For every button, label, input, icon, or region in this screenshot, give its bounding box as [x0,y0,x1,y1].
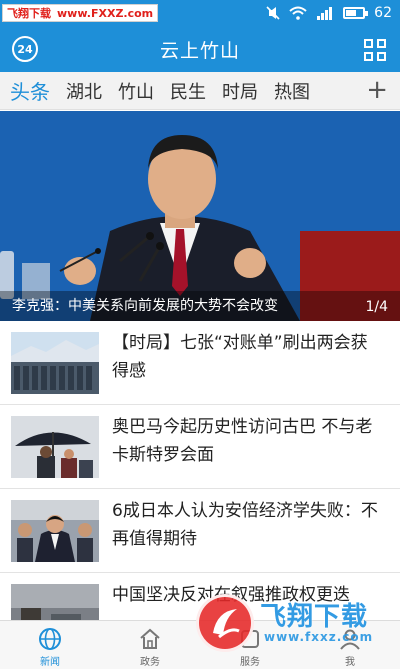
hero-page-current: 1 [365,299,375,315]
nav-government[interactable]: 政务 [100,621,200,669]
home-icon [138,627,162,651]
watermark-site: 飞翔下载 [7,7,51,20]
battery-icon [343,7,369,19]
category-tabs: 头条 湖北 竹山 民生 时局 热图 + [0,72,400,110]
watermark-logo-icon [196,594,254,652]
nav-government-label: 政务 [140,657,160,668]
battery-level: 62 [374,5,392,21]
tab-current-affairs[interactable]: 时局 [222,78,258,104]
news-item[interactable]: 【时局】七张“对账单”刷出两会获得感 [0,321,400,405]
nav-news-label: 新闻 [40,657,60,668]
globe-icon [38,627,62,651]
mute-icon [266,6,280,20]
tab-zhushan[interactable]: 竹山 [118,78,154,104]
hero-caption: 李克强：中美关系向前发展的大势不会改变 [0,291,400,321]
tab-hot-pictures[interactable]: 热图 [274,78,310,104]
nav-news[interactable]: 新闻 [0,621,100,669]
page-title: 云上竹山 [159,40,240,62]
tab-hubei[interactable]: 湖北 [66,78,102,104]
hero-banner[interactable]: 李克强：中美关系向前发展的大势不会改变 1/4 [0,111,400,321]
watermark-url: www.fxxz.com [264,630,374,644]
tab-headlines[interactable]: 头条 [10,76,50,105]
watermark-brand: 飞翔下载 [260,602,369,632]
news-thumbnail [11,416,99,478]
news-thumbnail [11,332,99,394]
app-header: 24 云上竹山 [0,26,400,72]
news-title: 奥巴马今起历史性访问古巴 不与老卡斯特罗会面 [112,417,373,465]
hero-page-total: 4 [379,299,388,315]
signal-icon [316,6,334,20]
news-title: 【时局】七张“对账单”刷出两会获得感 [112,333,368,381]
add-tab-button[interactable]: + [366,76,388,104]
status-bar: 飞翔下载 www.FXXZ.com 62 [0,0,400,26]
grid-menu-icon[interactable] [364,39,386,61]
watermark-url: www.FXXZ.com [57,6,154,20]
news-title: 6成日本人认为安倍经济学失败：不再值得期待 [112,501,378,549]
hero-photo [0,111,400,321]
tab-livelihood[interactable]: 民生 [170,78,206,104]
watermark-top: 飞翔下载 www.FXXZ.com [2,4,159,22]
news-item[interactable]: 奥巴马今起历史性访问古巴 不与老卡斯特罗会面 [0,405,400,489]
news-thumbnail [11,500,99,562]
news-item[interactable]: 6成日本人认为安倍经济学失败：不再值得期待 [0,489,400,573]
hero-pager: 1/4 [365,299,388,315]
watermark-bottom: 飞翔下载 www.fxxz.com [188,590,400,669]
wifi-icon [289,6,307,20]
